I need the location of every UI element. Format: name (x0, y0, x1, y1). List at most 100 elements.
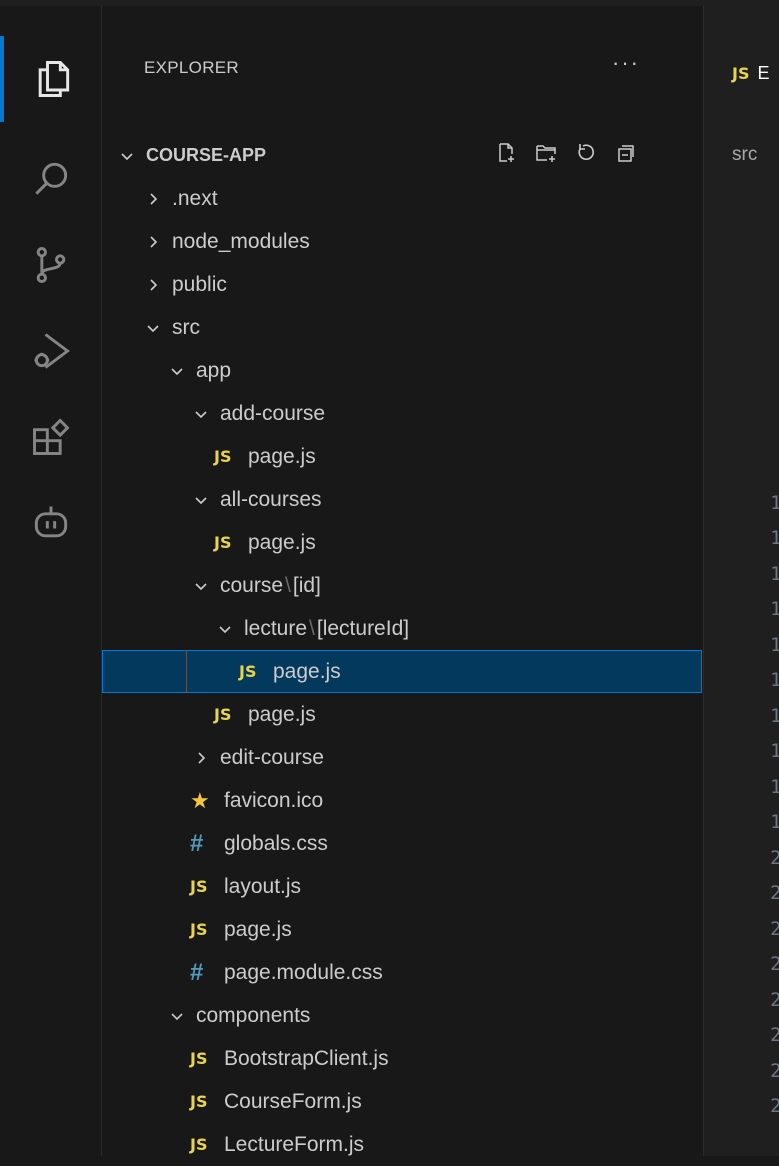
javascript-file-icon: JS (239, 662, 257, 681)
css-file-icon: # (190, 829, 204, 857)
path-separator: \ (309, 616, 315, 640)
copilot-activity-button[interactable] (0, 480, 101, 566)
source-control-activity-button[interactable] (0, 222, 101, 308)
folder-item[interactable]: all-courses (102, 478, 702, 521)
run-debug-icon (34, 333, 70, 369)
line-number: 21 (770, 882, 779, 904)
javascript-file-icon: JS (190, 877, 208, 896)
javascript-file-icon: JS (214, 533, 232, 552)
breadcrumb[interactable]: src (732, 144, 757, 166)
line-number: 12 (770, 562, 779, 585)
chevron-down-icon (190, 578, 212, 594)
line-number: 4 (718, 279, 779, 301)
chevron-down-icon (190, 492, 212, 508)
line-number: 18 (770, 775, 779, 798)
tree-item-label: favicon.ico (224, 788, 324, 812)
folder-item[interactable]: node_modules (102, 220, 702, 263)
folder-item[interactable]: edit-course (102, 736, 702, 779)
explorer-title: EXPLORER (144, 58, 239, 77)
extensions-activity-button[interactable] (0, 394, 101, 480)
tree-item-label: page.js (273, 659, 341, 683)
tree-item-label: CourseForm.js (224, 1089, 362, 1113)
chevron-right-icon (142, 277, 164, 293)
file-item[interactable]: JS page.js (102, 521, 702, 564)
files-icon (38, 61, 69, 97)
tree-item-label: add-course (220, 401, 326, 425)
file-item[interactable]: JS CourseForm.js (102, 1080, 702, 1123)
file-item[interactable]: JS BootstrapClient.js (102, 1037, 702, 1080)
source-control-icon (36, 247, 65, 283)
more-actions-button[interactable]: ··· (612, 50, 640, 76)
javascript-file-icon: JS (190, 1135, 208, 1154)
chevron-down-icon (214, 621, 236, 637)
line-number: 11 (770, 527, 779, 549)
tree-item-label: course (220, 573, 284, 597)
line-number: 1 (718, 172, 779, 194)
folder-item[interactable]: components (102, 994, 702, 1037)
tree-item-label: app (196, 358, 232, 382)
folder-item[interactable]: course \ [id] (102, 564, 702, 607)
chevron-right-icon (142, 191, 164, 207)
folder-item[interactable]: lecture \ [lectureId] (102, 607, 702, 650)
editor-tab-label: E (757, 62, 770, 83)
folder-item[interactable]: app (102, 349, 702, 392)
javascript-file-icon: JS (732, 63, 750, 83)
tree-item-label: node_modules (172, 229, 310, 253)
extensions-icon (32, 418, 70, 455)
file-item[interactable]: JS page.js (102, 693, 702, 736)
line-number: 24 (770, 988, 779, 1011)
indent-guide (186, 650, 187, 693)
javascript-file-icon: JS (190, 1049, 208, 1068)
tree-item-label: .next (172, 186, 218, 210)
new-folder-button[interactable] (534, 141, 558, 170)
file-item[interactable]: JS layout.js (102, 865, 702, 908)
tree-item-label: layout.js (224, 874, 302, 898)
workspace-root-label: COURSE-APP (146, 145, 267, 165)
new-file-button[interactable] (494, 141, 518, 170)
tree-item-label: src (172, 315, 200, 339)
file-item[interactable]: JS page.js (102, 908, 702, 951)
search-icon (34, 162, 67, 195)
chevron-down-icon (142, 320, 164, 336)
explorer-sidebar: EXPLORER ··· COURSE-APP .next node_modul… (102, 6, 704, 1156)
explorer-toolbar (494, 134, 638, 177)
explorer-activity-button[interactable] (0, 36, 101, 122)
file-item[interactable]: # globals.css (102, 822, 702, 865)
editor-tab[interactable]: JS E (704, 50, 779, 96)
collapse-all-icon (618, 145, 634, 162)
folder-item[interactable]: .next (102, 177, 702, 220)
tree-item-label: lecture (244, 616, 308, 640)
line-number: 27 (770, 1095, 779, 1117)
refresh-icon (578, 144, 594, 160)
collapse-folders-button[interactable] (614, 141, 638, 170)
file-item[interactable]: JS page.js (102, 435, 702, 478)
refresh-explorer-button[interactable] (574, 141, 598, 170)
path-separator: \ (285, 573, 291, 597)
folder-item[interactable]: src (102, 306, 702, 349)
tree-item-label: LectureForm.js (224, 1132, 365, 1156)
line-number: 2 (718, 208, 779, 230)
tree-item-label: BootstrapClient.js (224, 1046, 389, 1070)
file-item[interactable]: ★ favicon.ico (102, 779, 702, 822)
line-number: 10 (770, 491, 779, 514)
run-debug-activity-button[interactable] (0, 308, 101, 394)
folder-item[interactable]: add-course (102, 392, 702, 435)
line-number: 19 (770, 811, 779, 833)
line-number: 26 (770, 1059, 779, 1082)
folder-item[interactable]: public (102, 263, 702, 306)
javascript-file-icon: JS (214, 447, 232, 466)
file-item[interactable]: JS page.js (102, 650, 702, 693)
line-number: 22 (770, 917, 779, 940)
tree-item-label-segment: [lectureId] (316, 616, 410, 640)
chevron-down-icon (166, 1008, 188, 1024)
tree-item-label-segment: [id] (292, 573, 321, 597)
file-item[interactable]: # page.module.css (102, 951, 702, 994)
tree-item-label: edit-course (220, 745, 324, 769)
workspace-root[interactable]: COURSE-APP (102, 134, 702, 177)
search-activity-button[interactable] (0, 136, 101, 222)
tree-item-label: all-courses (220, 487, 322, 511)
file-item[interactable]: JS LectureForm.js (102, 1123, 702, 1166)
chevron-down-icon (166, 363, 188, 379)
robot-icon (34, 506, 67, 538)
tree-item-label: page.js (248, 530, 316, 554)
